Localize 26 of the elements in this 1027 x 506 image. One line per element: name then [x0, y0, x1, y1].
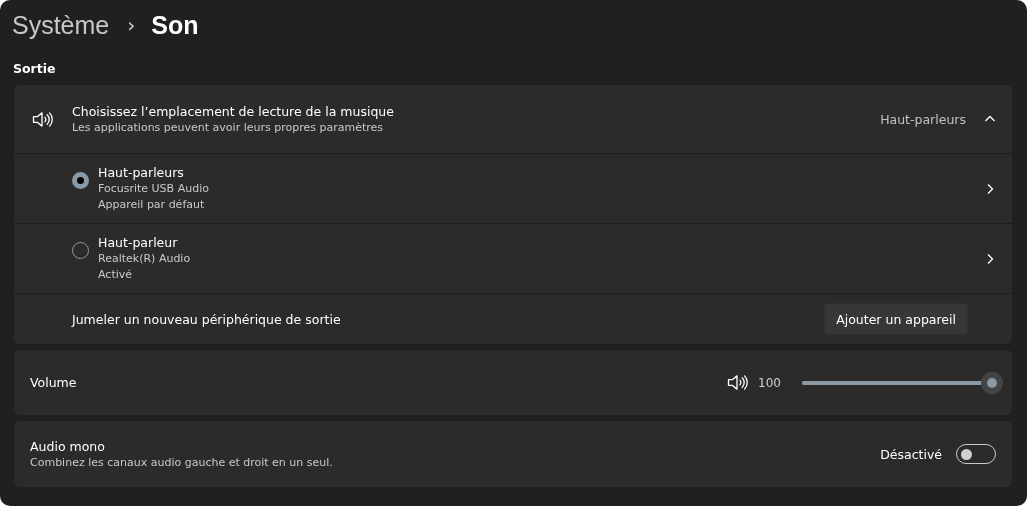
setting-description: Combinez les canaux audio gauche et droit en un seul. — [30, 454, 334, 471]
speaker-icon — [31, 110, 53, 128]
device-row[interactable]: Haut-parleur Realtek(R) Audio Activé — [14, 224, 1012, 294]
device-name: Haut-parleurs — [98, 164, 185, 181]
page-title: Son — [151, 10, 199, 40]
device-row[interactable]: Haut-parleurs Focusrite USB Audio Appareil par défaut — [14, 154, 1012, 224]
setting-title: Choisissez l’emplacement de lecture de la musique — [72, 102, 395, 120]
add-device-button[interactable]: Ajouter un appareil — [824, 303, 968, 335]
output-header[interactable]: Choisissez l’emplacement de lecture de la musique Les applications peuvent avoir leurs propres paramètres Haut-parleurs — [14, 85, 1012, 154]
volume-reading: 100 — [758, 375, 781, 390]
breadcrumb-separator: › — [127, 13, 136, 37]
current-value: Haut-parleurs — [880, 111, 966, 127]
speaker-icon — [726, 374, 749, 391]
setting-description: Les applications peuvent avoir leurs propres paramètres — [72, 119, 385, 136]
device-name: Haut-parleur — [98, 234, 179, 251]
breadcrumb-parent[interactable]: Système — [12, 10, 110, 40]
toggle-state-label: Désactivé — [880, 445, 942, 463]
device-status: Appareil par défaut — [98, 197, 206, 213]
device-status: Activé — [98, 267, 134, 283]
volume-label: Volume — [30, 374, 78, 391]
section-title: Sortie — [13, 61, 57, 76]
device-detail: Realtek(R) Audio — [98, 251, 192, 267]
setting-title: Audio mono — [30, 437, 106, 455]
radio-button[interactable] — [72, 172, 89, 189]
device-detail: Focusrite USB Audio — [98, 181, 210, 197]
pair-label: Jumeler un nouveau périphérique de sortie — [72, 310, 342, 328]
